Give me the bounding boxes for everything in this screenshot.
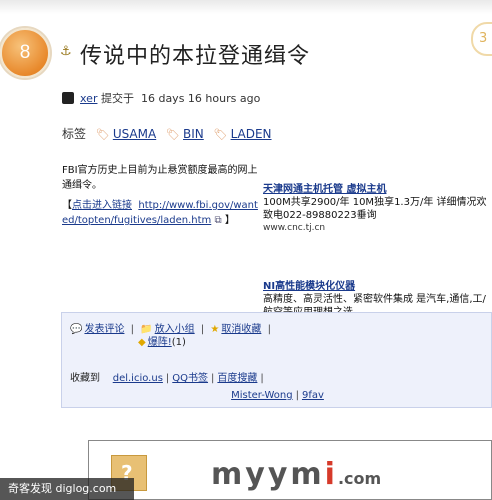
bookmark-baidu[interactable]: 百度搜藏 [217, 373, 257, 384]
ad-url[interactable]: www.cnc.tj.cn [263, 222, 492, 235]
tags-label: 标签 [62, 127, 87, 141]
bookmark-qq[interactable]: QQ书签 [172, 373, 208, 384]
comment-count-bubble[interactable]: 3 [471, 22, 492, 56]
tag-icon: 🏷 [95, 128, 110, 141]
bookmark-row-2: Mister-Wong | 9fav [231, 390, 324, 401]
rank-badge: 8 [0, 28, 50, 78]
bookmark-delicious[interactable]: del.icio.us [113, 373, 163, 384]
ad-block[interactable]: 天津网通主机托管 虚拟主机 100M共享2900/年 10M独享1.3万/年 详… [263, 183, 492, 243]
enter-link[interactable]: 点击进入链接 [72, 200, 132, 211]
user-avatar-icon [62, 92, 74, 104]
ad-block[interactable]: NI高性能模块化仪器 高精度、高灵活性、紧密软件集成 是汽车,通信,工/航空等应… [263, 280, 492, 316]
diamond-icon: ◆ [138, 337, 146, 348]
comment-button[interactable]: 发表评论 [84, 324, 124, 335]
report-button[interactable]: 爆阵! [148, 337, 172, 348]
bookmark-misterwong[interactable]: Mister-Wong [231, 390, 292, 401]
brand-logo: myymi.com [211, 457, 382, 492]
bracket-open: 【 [62, 200, 72, 211]
comment-count: 3 [479, 31, 488, 46]
external-link-icon: ⧉ [214, 215, 222, 226]
unfavorite-button[interactable]: 取消收藏 [221, 324, 261, 335]
user-link[interactable]: xer [80, 92, 97, 105]
byline-time: 16 days 16 hours ago [140, 92, 261, 105]
tag-list: 标签 🏷 USAMA 🏷 BIN 🏷 LADEN [62, 125, 272, 142]
top-gradient [0, 0, 492, 14]
star-icon: ★ [210, 324, 220, 335]
post-title[interactable]: 传说中的本拉登通缉令 [80, 38, 310, 70]
ad-title[interactable]: 天津网通主机托管 虚拟主机 [263, 183, 492, 196]
tag-icon: 🏷 [166, 128, 181, 141]
tag-link[interactable]: USAMA [113, 127, 156, 141]
rank-number: 8 [19, 42, 31, 63]
comment-icon: 💬 [70, 324, 83, 335]
bookmark-9fav[interactable]: 9fav [302, 390, 324, 401]
post-description: FBI官方历史上目前为止悬赏额度最高的网上通缉令。 【点击进入链接 http:/… [62, 163, 262, 228]
report-count: (1) [171, 337, 186, 348]
ad-title[interactable]: NI高性能模块化仪器 [263, 280, 492, 293]
source-link-line: 【点击进入链接 http://www.fbi.gov/wanted/topten… [62, 198, 262, 228]
report-row: ◆ 爆阵!(1) [138, 333, 186, 348]
ad-body: 100M共享2900/年 10M独享1.3万/年 详细情况欢致电022-8988… [263, 197, 487, 221]
tag-link[interactable]: LADEN [231, 127, 272, 141]
tag-icon: 🏷 [213, 128, 228, 141]
bracket-close: 】 [224, 215, 235, 226]
byline: xer 提交于 16 days 16 hours ago [62, 90, 260, 106]
bookmark-row: 收藏到 del.icio.us | QQ书签 | 百度搜藏 | [70, 373, 264, 384]
tag-link[interactable]: BIN [183, 127, 204, 141]
action-panel: 💬 发表评论 | 📁 放入小组 | ★ 取消收藏 | ◆ 爆阵!(1) 收藏到 del.… [61, 312, 492, 408]
anchor-icon: ⚓ [60, 44, 72, 59]
watermark: 奇客发现 diglog.com [0, 478, 134, 500]
bookmark-label: 收藏到 [70, 373, 100, 384]
description-text: FBI官方历史上目前为止悬赏额度最高的网上通缉令。 [62, 165, 258, 191]
byline-action: 提交于 [100, 92, 134, 105]
myymi-banner[interactable]: ? myymi.com [88, 440, 492, 500]
